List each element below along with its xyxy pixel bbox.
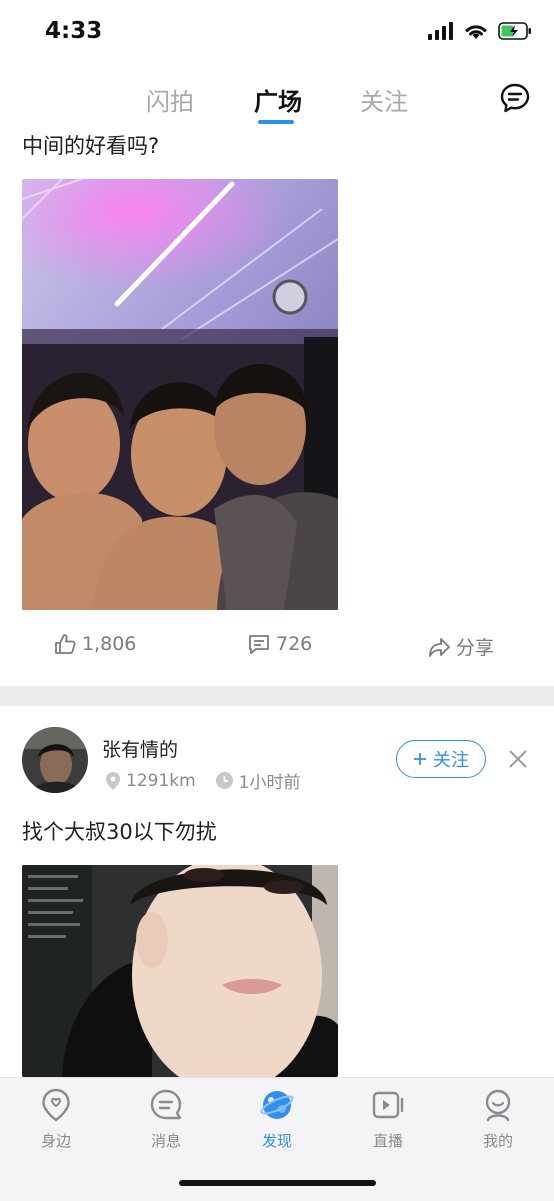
tab-discover[interactable]: 发现 [237, 1088, 317, 1151]
wifi-icon [465, 25, 487, 39]
tab-profile[interactable]: 我的 [458, 1088, 538, 1151]
comment-count: 726 [276, 633, 313, 655]
comment-icon [249, 635, 269, 654]
post-text: 中间的好看吗? [22, 134, 160, 158]
post-photo[interactable] [22, 865, 338, 1077]
tab-following[interactable]: 关注 [360, 82, 408, 117]
home-indicator [179, 1180, 376, 1186]
follow-button[interactable]: 关注 [396, 740, 486, 778]
comment-button[interactable]: 726 [248, 633, 312, 655]
post-meta: 1291km 1小时前 [106, 768, 321, 793]
like-button[interactable]: 1,806 [54, 633, 136, 655]
tab-square[interactable]: 广场 [254, 82, 302, 117]
distance: 1291km [126, 770, 196, 791]
live-icon [372, 1091, 404, 1119]
chat-bubble-icon[interactable] [499, 82, 531, 114]
top-nav: 闪拍 广场 关注 [0, 70, 554, 126]
tab-nearby[interactable]: 身边 [16, 1088, 96, 1151]
tab-label: 消息 [150, 1132, 181, 1150]
post-photo[interactable] [22, 179, 338, 610]
follow-label: 关注 [433, 750, 469, 771]
close-icon[interactable] [507, 748, 529, 770]
tab-flash[interactable]: 闪拍 [146, 82, 194, 117]
thumbs-up-icon [55, 634, 76, 654]
tab-live[interactable]: 直播 [348, 1088, 428, 1151]
tab-label: 身边 [40, 1132, 71, 1150]
share-label: 分享 [456, 637, 495, 659]
status-bar: 4:33 [0, 0, 554, 64]
post-actions: 1,806 726 分享 [0, 633, 554, 667]
share-button[interactable]: 分享 [428, 633, 494, 660]
post-text: 找个大叔30以下勿扰 [22, 820, 217, 844]
section-divider [0, 686, 554, 706]
tab-label: 我的 [482, 1132, 513, 1150]
location-pin-icon [106, 771, 120, 790]
battery-charging-icon [498, 22, 531, 40]
active-tab-indicator [258, 120, 294, 124]
status-time: 4:33 [45, 18, 103, 44]
cellular-signal-icon [428, 22, 453, 40]
location-icon [42, 1088, 70, 1122]
like-count: 1,806 [82, 633, 137, 655]
avatar[interactable] [22, 727, 88, 793]
tab-label: 发现 [261, 1132, 292, 1150]
tab-label: 直播 [372, 1132, 403, 1150]
tab-messages[interactable]: 消息 [126, 1088, 206, 1151]
photo-young-man [22, 865, 338, 1077]
photo-three-men [22, 179, 338, 610]
message-icon [150, 1089, 182, 1120]
post-time: 1小时前 [238, 773, 301, 793]
share-icon [429, 637, 450, 657]
clock-icon [215, 772, 233, 789]
plus-icon [414, 753, 426, 765]
username[interactable]: 张有情的 [102, 735, 178, 762]
profile-icon [485, 1089, 511, 1122]
status-icons [428, 22, 532, 40]
planet-icon [260, 1091, 294, 1119]
